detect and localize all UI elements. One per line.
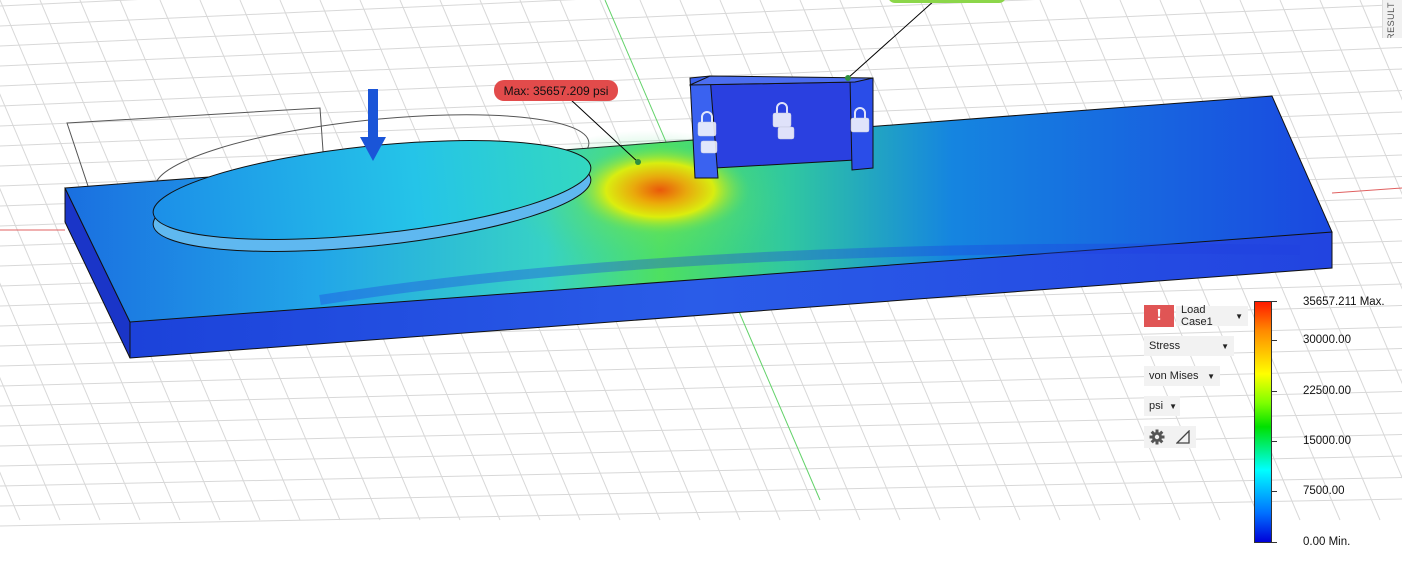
warning-button[interactable]: !: [1144, 305, 1174, 327]
scale-button[interactable]: [1170, 426, 1196, 448]
legend-min-label: 0.00 Min.: [1303, 536, 1351, 548]
legend-label: 15000.00: [1303, 435, 1351, 447]
stress-color-bar: [1254, 301, 1272, 543]
results-side-tab[interactable]: RESULT: [1382, 0, 1402, 38]
3d-viewport[interactable]: Max: 35657.209 psi: [0, 0, 1402, 584]
legend-label: 7500.00: [1303, 485, 1345, 497]
units-dropdown[interactable]: psi ▼: [1144, 396, 1180, 416]
max-stress-label[interactable]: Max: 35657.209 psi: [494, 80, 618, 101]
probe-label[interactable]: [888, 0, 1006, 3]
exclamation-icon: !: [1156, 307, 1162, 324]
max-stress-text: Max: 35657.209 psi: [504, 84, 609, 98]
result-type-dropdown[interactable]: Stress ▼: [1144, 336, 1234, 356]
settings-button[interactable]: [1144, 426, 1170, 448]
gear-icon: [1149, 429, 1165, 445]
legend-label: 22500.00: [1303, 385, 1351, 397]
load-case-dropdown[interactable]: Load Case1 ▼: [1176, 304, 1248, 328]
legend-max-label: 35657.211 Max.: [1303, 296, 1385, 308]
legend-label: 30000.00: [1303, 334, 1351, 346]
model-canvas[interactable]: Max: 35657.209 psi: [0, 0, 1402, 584]
scale-triangle-icon: [1176, 430, 1190, 444]
stress-component-dropdown[interactable]: von Mises ▼: [1144, 366, 1220, 386]
